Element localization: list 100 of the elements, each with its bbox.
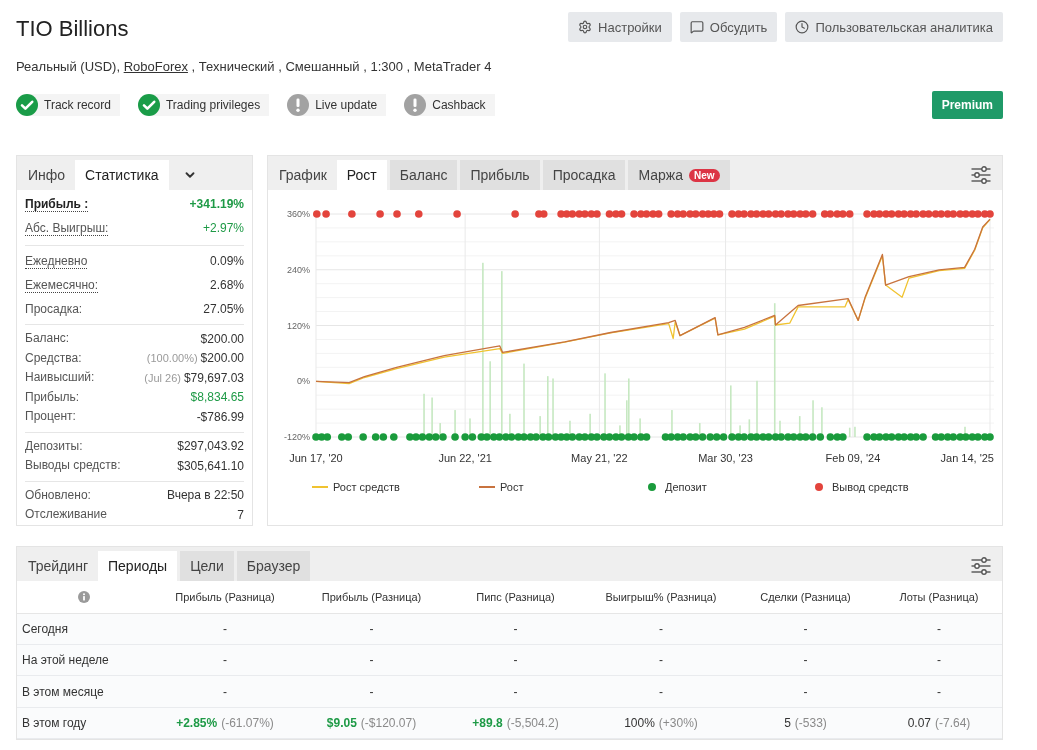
- stat-label: Депозиты:: [25, 438, 83, 454]
- cell-diff: (-7.64): [935, 715, 971, 730]
- column-header: Лоты (Разница): [899, 590, 979, 603]
- tab[interactable]: Цели: [180, 551, 234, 581]
- info-icon[interactable]: [78, 590, 90, 603]
- cell-value: 0.07: [907, 715, 931, 730]
- axis-label: Feb 09, '24: [825, 452, 881, 464]
- stat-note: (100.00%): [146, 352, 198, 365]
- status-label: Cashback: [432, 98, 486, 112]
- tab[interactable]: Трейдинг: [18, 551, 98, 581]
- stat-label: Процент:: [25, 409, 76, 425]
- tab[interactable]: Маржа New: [628, 160, 730, 190]
- cell-value: -: [369, 684, 374, 699]
- action-button[interactable]: Обсудить: [679, 12, 778, 42]
- stat-value: +341.19%: [189, 197, 244, 211]
- stat-value: $79,697.03: [183, 370, 244, 385]
- axis-label: 0%: [297, 376, 310, 387]
- cell-diff: (-61.07%): [221, 715, 274, 730]
- stat-value: -$786.99: [196, 409, 244, 424]
- legend-label: Депозит: [665, 481, 707, 493]
- status-label: Track record: [44, 98, 111, 112]
- tab[interactable]: Просадка: [542, 160, 626, 190]
- cell-value: -: [513, 684, 518, 699]
- axis-label: Jun 22, '21: [438, 452, 492, 464]
- stat-label: Ежемесячно:: [25, 277, 98, 293]
- sliders-icon[interactable]: [971, 166, 991, 184]
- stat-value: $200.00: [200, 331, 244, 346]
- cell-value: -: [223, 621, 227, 636]
- action-button[interactable]: Пользовательская аналитика: [785, 12, 1003, 42]
- broker-link[interactable]: RoboForex: [123, 59, 188, 74]
- legend-label: Рост: [500, 481, 524, 493]
- axis-label: Mar 30, '23: [698, 452, 753, 464]
- cell-value: -: [513, 653, 518, 668]
- stat-label: Средства:: [25, 350, 82, 366]
- tab[interactable]: Инфо: [18, 160, 76, 190]
- stat-value: 27.05%: [203, 302, 244, 316]
- cell-value: -: [937, 621, 941, 636]
- cell-value: -: [513, 621, 518, 636]
- stat-label: Отслеживание: [25, 507, 107, 523]
- legend-label: Вывод средств: [832, 481, 909, 493]
- cell-value: -: [223, 653, 227, 668]
- axis-label: -120%: [284, 432, 310, 442]
- clock-icon: [795, 20, 810, 34]
- stat-value: 2.68%: [209, 278, 244, 292]
- account-summary: Реальный (USD), RoboForex , Технический , Смешанный , 1:300 , MetaTrader 4: [16, 58, 492, 76]
- column-header: Сделки (Разница): [760, 590, 851, 603]
- cell-value: -: [659, 621, 663, 636]
- column-header: Прибыль (Разница): [175, 590, 275, 603]
- stat-label: Обновлено:: [25, 487, 91, 503]
- premium-button[interactable]: Premium: [931, 91, 1003, 119]
- action-button[interactable]: Настройки: [568, 12, 672, 42]
- gear-icon: [578, 20, 593, 34]
- tab[interactable]: График: [269, 160, 337, 190]
- axis-label: Jun 17, '20: [289, 452, 343, 464]
- column-header: Прибыль (Разница): [321, 590, 422, 603]
- stat-label: Абс. Выигрыш:: [25, 220, 109, 236]
- stat-value: $8,834.65: [190, 390, 244, 405]
- cell-value: -: [803, 621, 808, 636]
- tab[interactable]: Прибыль: [460, 160, 540, 190]
- stat-value: $305,641.10: [177, 458, 244, 473]
- sliders-icon[interactable]: [971, 557, 991, 575]
- column-header: Пипс (Разница): [476, 590, 555, 603]
- page-title: TIO Billions: [16, 15, 129, 43]
- stat-label: Ежедневно: [25, 253, 88, 269]
- cell-value: -: [369, 653, 374, 668]
- cell-value: -: [659, 653, 663, 668]
- status-label: Live update: [315, 98, 378, 112]
- stat-label: Наивысший:: [25, 370, 95, 386]
- tab[interactable]: Рост: [336, 160, 387, 190]
- tab[interactable]: Браузер: [236, 551, 311, 581]
- stat-label: Прибыль :: [25, 196, 89, 212]
- stat-label: Баланс:: [25, 331, 70, 347]
- tab[interactable]: Периоды: [98, 551, 178, 581]
- stat-value: 7: [237, 507, 244, 522]
- axis-label: 120%: [286, 320, 310, 331]
- cell-value: -: [223, 684, 227, 699]
- cell-value: -: [937, 653, 941, 668]
- stat-note: (Jul 26): [144, 371, 181, 384]
- tab[interactable]: Баланс: [389, 160, 458, 190]
- stat-value: 0.09%: [209, 254, 244, 268]
- stat-label: Просадка:: [25, 301, 83, 317]
- cell-diff: (-533): [794, 715, 827, 730]
- axis-label: Jan 14, '25: [940, 452, 994, 464]
- stat-value: $200.00: [200, 351, 244, 366]
- tab[interactable]: Статистика: [75, 160, 169, 190]
- cell-value: -: [369, 621, 374, 636]
- row-label: Сегодня: [21, 621, 68, 636]
- row-label: В этом году: [21, 715, 87, 730]
- status-label: Trading privileges: [165, 98, 261, 112]
- axis-label: 240%: [286, 264, 310, 275]
- cell-diff: (-$120.07): [360, 715, 417, 730]
- row-label: На этой неделе: [21, 653, 109, 668]
- cell-value: -: [659, 684, 663, 699]
- cell-diff: (-5,504.2): [506, 715, 559, 730]
- legend-label: Рост средств: [333, 481, 400, 493]
- stat-value: +2.97%: [202, 221, 244, 235]
- stat-label: Выводы средств:: [25, 458, 121, 474]
- cell-value: -: [803, 653, 808, 668]
- cell-diff: (+30%): [658, 715, 698, 730]
- chat-bubble-icon: [689, 20, 704, 34]
